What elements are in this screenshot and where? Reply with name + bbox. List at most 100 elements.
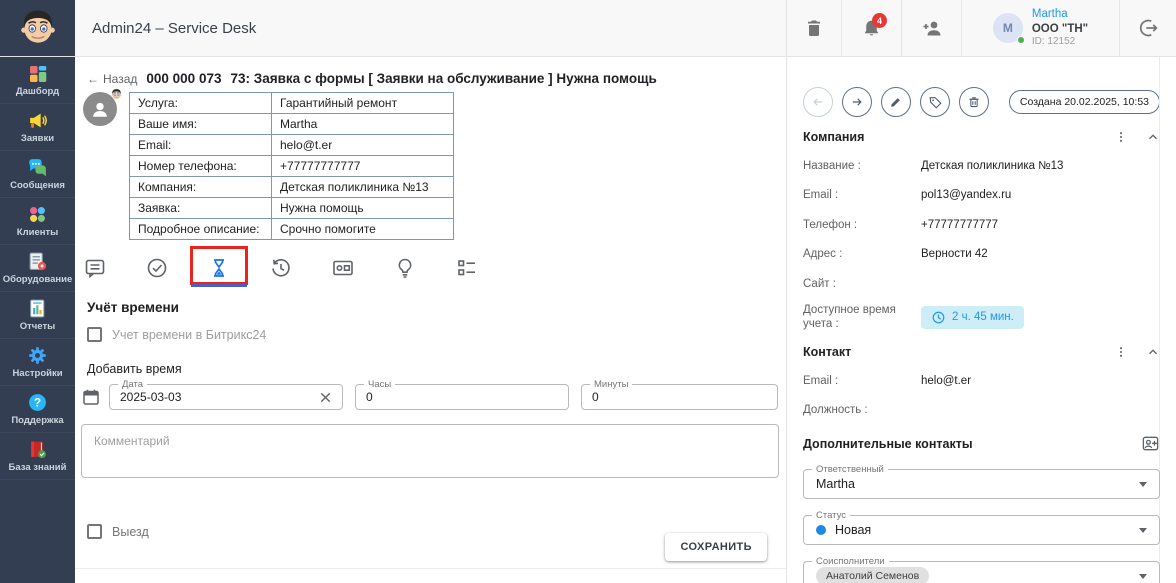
online-status-dot — [1016, 36, 1025, 44]
available-time-row: Доступное время учета : 2 ч. 45 мин. — [803, 303, 1160, 332]
megaphone-icon — [30, 113, 47, 128]
back-button[interactable]: ← Назад — [87, 72, 137, 86]
comment-textarea[interactable] — [81, 424, 779, 478]
tag-button[interactable] — [920, 87, 950, 117]
user-menu[interactable]: M Martha ООО "ТН" ID: 12152 — [961, 0, 1119, 56]
tab-history[interactable] — [269, 256, 293, 280]
coexecutor-chip[interactable]: Анатолий Семенов — [816, 567, 930, 583]
person-add-icon — [923, 21, 940, 36]
dashboard-icon — [29, 65, 46, 82]
table-row: Компания: Детская поликлиника №13 — [129, 176, 454, 198]
avatar: M — [992, 13, 1025, 44]
divider — [75, 568, 786, 569]
ticket-number: 000 000 073 — [146, 71, 222, 86]
company-field-row: Сайт : — [803, 277, 836, 290]
checkbox-label: Учет времени в Битрикс24 — [112, 327, 267, 342]
hours-field-label: Часы — [364, 379, 396, 390]
equipment-card-icon — [333, 260, 353, 276]
bitrix-time-checkbox[interactable]: Учет времени в Битрикс24 — [87, 327, 786, 342]
next-ticket-button[interactable] — [842, 87, 872, 117]
sidebar-item-dashboard[interactable]: Дашборд — [0, 57, 75, 104]
table-row: Услуга: Гарантийный ремонт — [129, 92, 454, 114]
delete-button[interactable] — [959, 87, 989, 117]
tab-tasks[interactable] — [145, 256, 169, 280]
requester-avatar — [83, 88, 122, 126]
app-logo[interactable] — [0, 0, 75, 56]
contact-section-header: Контакт — [803, 345, 1160, 359]
logout-icon — [1139, 19, 1158, 37]
responsible-select[interactable]: Ответственный Martha — [803, 464, 1160, 500]
ticket-title: 73: Заявка с формы [ Заявки на обслужива… — [230, 71, 657, 86]
checkbox-label: Выезд — [112, 524, 149, 539]
pencil-icon — [891, 98, 900, 107]
hours-input[interactable] — [366, 390, 558, 404]
user-id: ID: 12152 — [1031, 36, 1076, 48]
chevron-up-icon[interactable] — [1146, 345, 1160, 359]
kebab-menu-icon[interactable] — [1114, 130, 1128, 144]
save-button[interactable]: СОХРАНИТЬ — [665, 533, 767, 561]
minutes-input[interactable] — [592, 390, 767, 404]
sidebar-item-tickets[interactable]: Заявки — [0, 104, 75, 151]
date-field[interactable]: Дата — [109, 379, 343, 410]
tab-comments[interactable] — [83, 256, 107, 280]
question-icon: ? — [29, 394, 46, 411]
check-circle-icon — [147, 258, 167, 278]
checkbox-icon — [87, 327, 102, 342]
prev-ticket-button[interactable] — [803, 87, 833, 117]
request-block: Услуга: Гарантийный ремонт Ваше имя: Marth… — [83, 88, 786, 240]
logout-button[interactable] — [1119, 0, 1176, 56]
section-title: Контакт — [803, 344, 852, 359]
add-contact-icon[interactable] — [1141, 434, 1160, 453]
ticket-actions: Создана 20.02.2025, 10:53 — [803, 87, 1160, 117]
section-title: Компания — [803, 130, 865, 144]
date-input[interactable] — [120, 390, 319, 404]
add-user-button[interactable] — [901, 0, 961, 56]
available-time-label: Доступное время учета : — [803, 303, 896, 331]
tab-time-tracking[interactable] — [190, 246, 248, 287]
sidebar-item-label: Клиенты — [16, 227, 59, 238]
back-label: Назад — [103, 72, 138, 86]
report-icon — [30, 299, 45, 318]
sidebar-item-equipment[interactable]: Оборудование — [0, 245, 75, 292]
back-arrow-icon: ← — [87, 72, 99, 86]
trash-button[interactable] — [786, 0, 841, 56]
tab-checklist[interactable] — [455, 256, 479, 280]
calendar-icon[interactable] — [81, 387, 101, 407]
gear-icon — [29, 347, 46, 364]
sidebar-item-label: Оборудование — [2, 274, 73, 285]
notifications-button[interactable]: 4 — [841, 0, 901, 56]
available-time-badge: 2 ч. 45 мин. — [921, 305, 1024, 329]
sidebar-item-settings[interactable]: Настройки — [0, 339, 75, 386]
arrow-right-icon — [852, 98, 862, 106]
company-section-header: Компания — [803, 130, 1160, 144]
sidebar-item-support[interactable]: ? Поддержка — [0, 386, 75, 433]
sidebar-item-clients[interactable]: Клиенты — [0, 198, 75, 245]
hours-field[interactable]: Часы — [355, 379, 569, 410]
svg-text:?: ? — [34, 398, 41, 410]
sidebar-item-messages[interactable]: Сообщения — [0, 151, 75, 198]
status-select[interactable]: Статус Новая — [803, 510, 1160, 546]
tab-equipment[interactable] — [331, 256, 355, 280]
sidebar-item-reports[interactable]: Отчеты — [0, 292, 75, 339]
minutes-field[interactable]: Минуты — [581, 379, 778, 410]
sidebar: Дашборд Заявки Сообщения Клиенты Оборудо… — [0, 57, 75, 583]
tab-ideas[interactable] — [393, 256, 417, 280]
checkbox-icon — [87, 524, 102, 539]
minutes-field-label: Минуты — [590, 379, 633, 390]
equipment-icon — [29, 252, 47, 271]
app-title: Admin24 – Service Desk — [92, 19, 257, 37]
kebab-menu-icon[interactable] — [1114, 345, 1128, 359]
clear-date-icon[interactable] — [319, 391, 332, 404]
lightbulb-icon — [398, 258, 412, 278]
clients-icon — [30, 207, 45, 222]
edit-button[interactable] — [881, 87, 911, 117]
status-label: Статус — [812, 510, 851, 522]
coexecutors-select[interactable]: Соисполнители Анатолий Семенов — [803, 556, 1160, 583]
cartoon-face-icon — [20, 10, 55, 43]
topbar: Admin24 – Service Desk 4 M Martha ООО "Т… — [0, 0, 1176, 57]
chevron-up-icon[interactable] — [1146, 130, 1160, 144]
sidebar-item-knowledge-base[interactable]: База знаний — [0, 433, 75, 480]
arrow-left-icon — [813, 98, 823, 106]
coexecutors-label: Соисполнители — [812, 556, 889, 568]
request-form-table: Услуга: Гарантийный ремонт Ваше имя: Marth… — [129, 92, 454, 240]
